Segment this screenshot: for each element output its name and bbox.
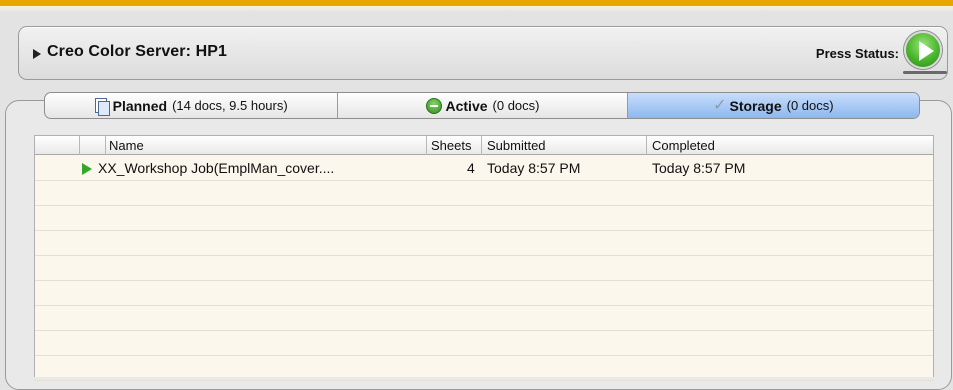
disclosure-triangle-icon[interactable] [33, 49, 41, 59]
column-header-submitted[interactable]: Submitted [487, 138, 546, 153]
table-rows: XX_Workshop Job(EmplMan_cover.... 4 Toda… [35, 156, 933, 381]
job-completed: Today 8:57 PM [652, 160, 746, 176]
empty-row [35, 356, 933, 381]
jobs-table: Name Sheets Submitted Completed XX_Works… [34, 135, 934, 381]
tab-active-count: (0 docs) [492, 98, 540, 113]
press-status-indicator [903, 71, 947, 74]
tab-active[interactable]: Active (0 docs) [338, 93, 628, 118]
tab-storage-count: (0 docs) [786, 98, 834, 113]
empty-row [35, 331, 933, 356]
column-header-sheets[interactable]: Sheets [431, 138, 471, 153]
column-header-name[interactable]: Name [109, 138, 144, 153]
top-shade [0, 6, 953, 12]
empty-row [35, 231, 933, 256]
queue-tabs: Planned (14 docs, 9.5 hours) Active (0 d… [44, 92, 920, 119]
press-status-play-button[interactable] [904, 31, 942, 69]
empty-row [35, 281, 933, 306]
empty-row [35, 256, 933, 281]
table-header: Name Sheets Submitted Completed [35, 135, 933, 155]
job-sheets: 4 [467, 160, 475, 176]
empty-row [35, 306, 933, 331]
job-name: XX_Workshop Job(EmplMan_cover.... [98, 160, 335, 176]
play-icon [82, 163, 92, 175]
job-submitted: Today 8:57 PM [487, 160, 581, 176]
tab-planned-count: (14 docs, 9.5 hours) [172, 98, 288, 113]
planned-docs-icon [94, 97, 110, 116]
server-header-panel: Creo Color Server: HP1 Press Status: [18, 26, 948, 80]
empty-row [35, 206, 933, 231]
press-status-label: Press Status: [815, 46, 899, 61]
tab-storage-label: Storage [729, 97, 782, 114]
storage-check-icon: ✓ [713, 96, 727, 114]
play-icon [919, 41, 934, 61]
column-header-completed[interactable]: Completed [652, 138, 715, 153]
tab-active-label: Active [445, 97, 488, 114]
empty-row [35, 181, 933, 206]
tab-planned[interactable]: Planned (14 docs, 9.5 hours) [45, 93, 339, 118]
tab-storage[interactable]: ✓ Storage (0 docs) [627, 93, 919, 118]
table-row[interactable]: XX_Workshop Job(EmplMan_cover.... 4 Toda… [35, 156, 933, 181]
server-title: Creo Color Server: HP1 [47, 43, 228, 60]
tab-planned-label: Planned [112, 97, 168, 114]
active-minus-icon [425, 97, 442, 114]
